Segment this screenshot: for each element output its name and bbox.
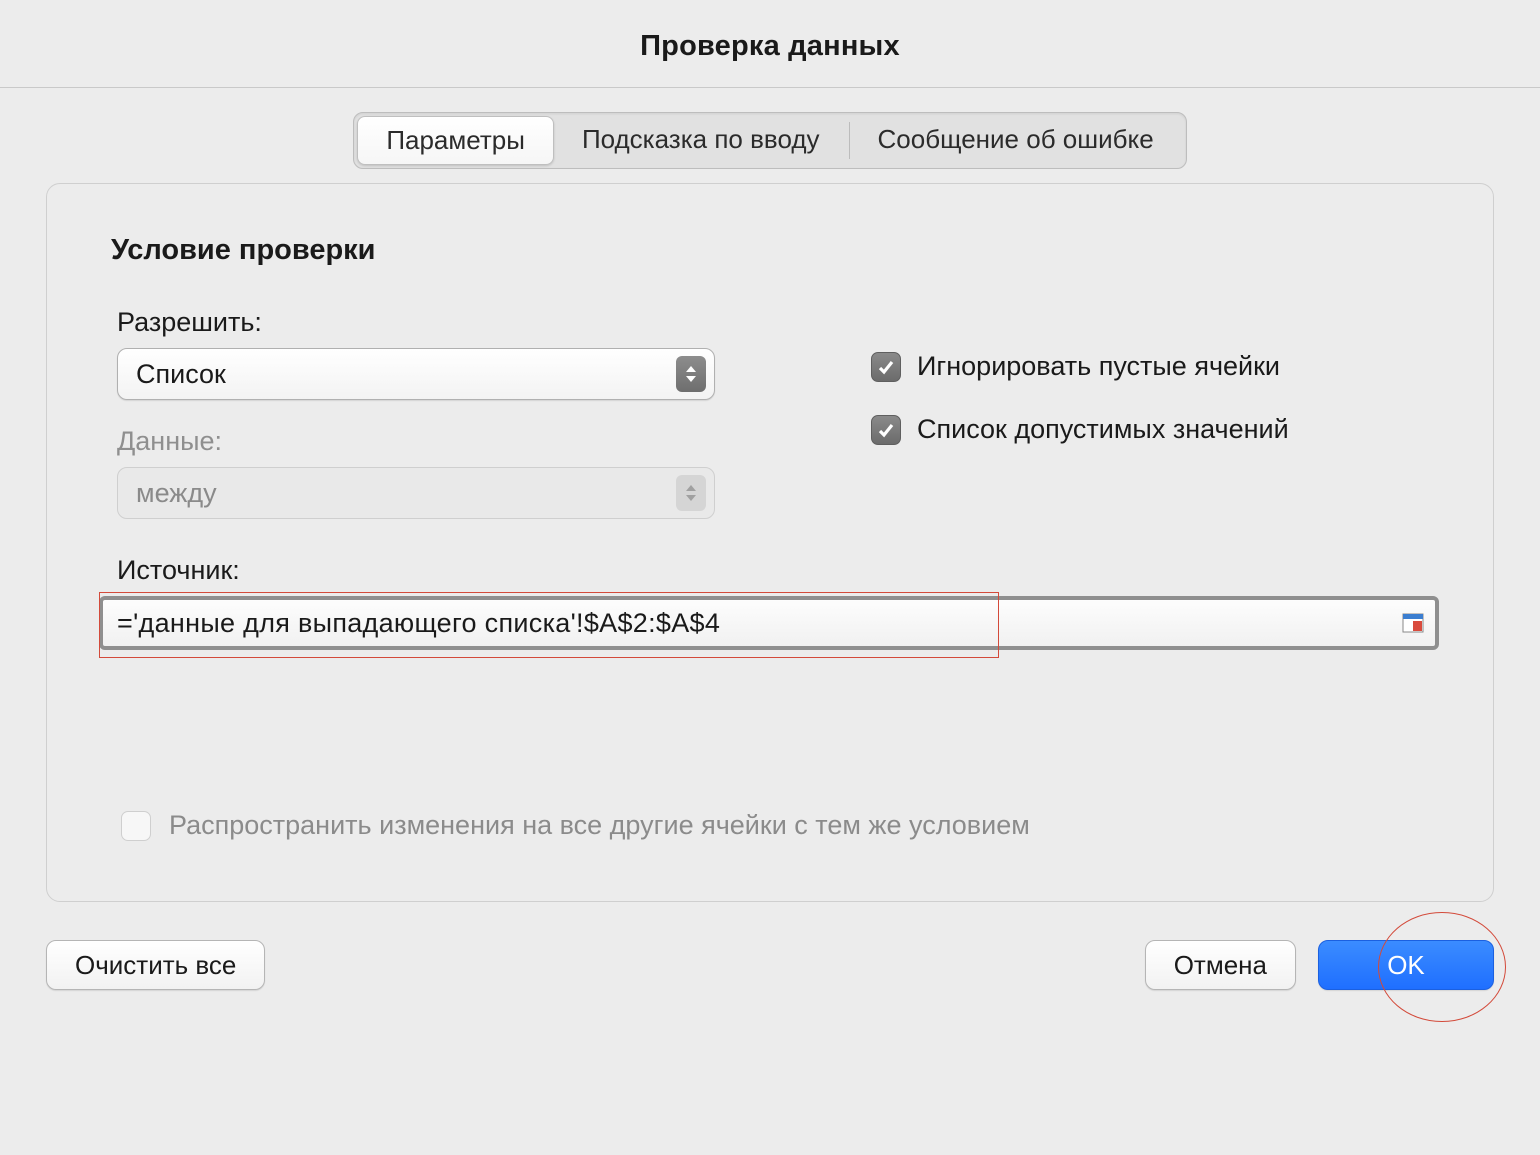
- tab-bar: Параметры Подсказка по вводу Сообщение о…: [353, 112, 1186, 169]
- tab-input-hint-label: Подсказка по вводу: [582, 124, 820, 154]
- in-cell-dropdown-checkbox[interactable]: [871, 415, 901, 445]
- source-input[interactable]: ='данные для выпадающего списка'!$A$2:$A…: [99, 596, 1439, 650]
- dialog-data-validation: Проверка данных Параметры Подсказка по в…: [0, 0, 1540, 1155]
- source-label: Источник:: [117, 555, 1429, 586]
- allow-label: Разрешить:: [117, 307, 751, 338]
- range-picker-icon[interactable]: [1401, 612, 1425, 634]
- in-cell-dropdown-label: Список допустимых значений: [917, 414, 1289, 445]
- propagate-checkbox: [121, 811, 151, 841]
- tab-parameters[interactable]: Параметры: [357, 116, 554, 165]
- panel-parameters: Условие проверки Разрешить: Список Данны…: [46, 183, 1494, 902]
- tab-input-hint[interactable]: Подсказка по вводу: [554, 116, 849, 165]
- section-title: Условие проверки: [111, 234, 1429, 267]
- cancel-label: Отмена: [1174, 950, 1267, 981]
- ok-button[interactable]: OK: [1318, 940, 1494, 990]
- window-title: Проверка данных: [0, 0, 1540, 88]
- ignore-empty-checkbox[interactable]: [871, 352, 901, 382]
- source-input-value: ='данные для выпадающего списка'!$A$2:$A…: [117, 608, 1401, 639]
- clear-all-label: Очистить все: [75, 950, 236, 981]
- clear-all-button[interactable]: Очистить все: [46, 940, 265, 990]
- tab-parameters-label: Параметры: [386, 125, 525, 155]
- ok-label: OK: [1387, 950, 1425, 981]
- ignore-empty-label: Игнорировать пустые ячейки: [917, 351, 1280, 382]
- data-select: между: [117, 467, 715, 519]
- updown-icon: [676, 356, 706, 392]
- allow-select[interactable]: Список: [117, 348, 715, 400]
- data-label: Данные:: [117, 426, 751, 457]
- checkmark-icon: [877, 358, 895, 376]
- checkmark-icon: [877, 421, 895, 439]
- tab-error-message[interactable]: Сообщение об ошибке: [850, 116, 1183, 165]
- propagate-label: Распространить изменения на все другие я…: [169, 810, 1030, 841]
- data-select-value: между: [136, 478, 217, 509]
- tab-error-message-label: Сообщение об ошибке: [878, 124, 1154, 154]
- allow-select-value: Список: [136, 359, 226, 390]
- cancel-button[interactable]: Отмена: [1145, 940, 1296, 990]
- updown-icon: [676, 475, 706, 511]
